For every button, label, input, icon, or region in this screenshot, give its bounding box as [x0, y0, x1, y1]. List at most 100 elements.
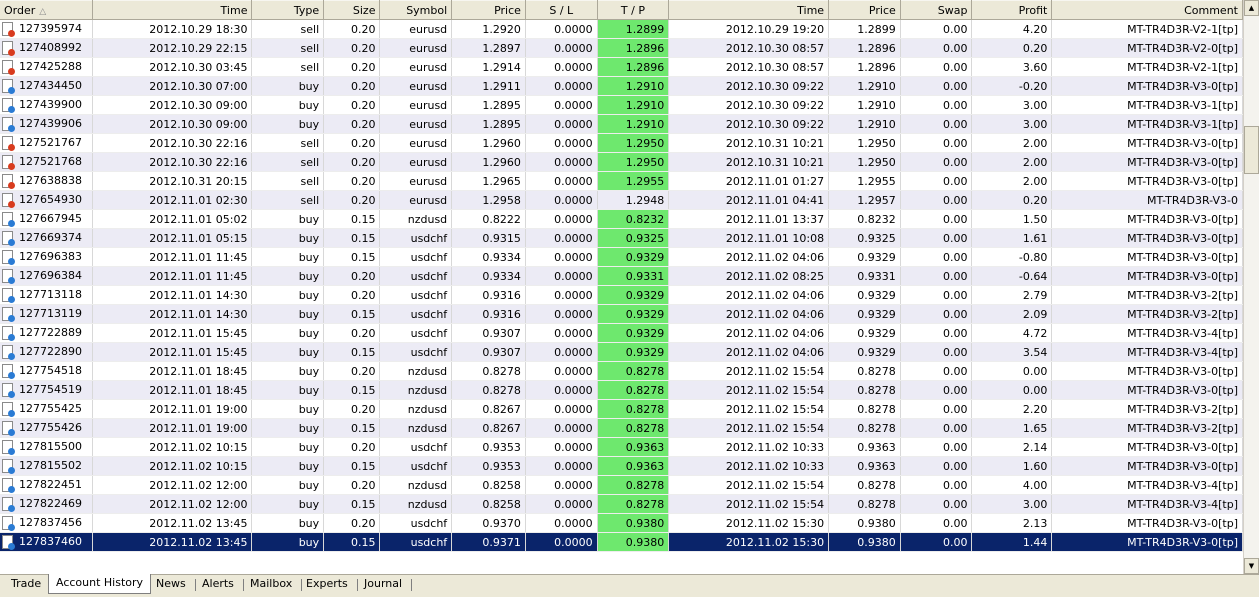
table-row[interactable]: 127521767 2012.10.30 22:16 sell 0.20 eurusd 1… — [0, 133, 1243, 153]
column-header-type[interactable]: Type — [251, 0, 325, 20]
tab-news[interactable]: News — [149, 575, 193, 593]
cell-type: buy — [251, 266, 325, 286]
column-header-swap[interactable]: Swap — [900, 0, 973, 20]
table-row[interactable]: 127696383 2012.11.01 11:45 buy 0.15 usdchf 0.… — [0, 247, 1243, 267]
cell-order: 127654930 — [0, 190, 93, 210]
cell-price: 0.8222 — [451, 209, 526, 229]
tab-journal[interactable]: Journal — [357, 575, 409, 593]
cell-order: 127667945 — [0, 209, 93, 229]
table-row[interactable]: 127654930 2012.11.01 02:30 sell 0.20 eurusd 1… — [0, 190, 1243, 210]
tab-trade[interactable]: Trade — [4, 575, 48, 593]
column-header-size[interactable]: Size — [323, 0, 381, 20]
cell-close-time: 2012.10.30 09:22 — [668, 95, 830, 115]
cell-symbol: nzdusd — [379, 361, 453, 381]
order-number: 127439900 — [19, 98, 82, 111]
cell-price: 1.2911 — [451, 76, 526, 96]
column-header-close-time[interactable]: Time — [668, 0, 830, 20]
table-row[interactable]: 127722890 2012.11.01 15:45 buy 0.15 usdchf 0.… — [0, 342, 1243, 362]
order-number: 127696383 — [19, 250, 82, 263]
tab-account-history[interactable]: Account History — [48, 574, 152, 594]
cell-swap: 0.00 — [900, 38, 973, 58]
cell-close-time: 2012.11.02 15:54 — [668, 361, 830, 381]
order-buy-icon — [2, 459, 15, 474]
cell-time: 2012.10.30 07:00 — [92, 76, 253, 96]
column-header-order[interactable]: Order △ — [0, 0, 93, 20]
table-row[interactable]: 127425288 2012.10.30 03:45 sell 0.20 eurusd 1… — [0, 57, 1243, 77]
table-row[interactable]: 127439906 2012.10.30 09:00 buy 0.20 eurusd 1.… — [0, 114, 1243, 134]
table-row[interactable]: 127815502 2012.11.02 10:15 buy 0.15 usdchf 0.… — [0, 456, 1243, 476]
table-row[interactable]: 127638838 2012.10.31 20:15 sell 0.20 eurusd 1… — [0, 171, 1243, 191]
cell-swap: 0.00 — [900, 532, 973, 552]
cell-tp: 0.8278 — [597, 361, 670, 381]
cell-swap: 0.00 — [900, 456, 973, 476]
order-buy-icon — [2, 421, 15, 436]
table-row[interactable]: 127837460 2012.11.02 13:45 buy 0.15 usdchf 0.… — [0, 532, 1243, 552]
cell-close-price: 0.8278 — [828, 361, 901, 381]
column-header-comment[interactable]: Comment — [1051, 0, 1243, 20]
cell-time: 2012.11.01 11:45 — [92, 247, 253, 267]
cell-tp: 0.9329 — [597, 247, 670, 267]
vertical-scrollbar[interactable]: ▲ ▼ — [1243, 0, 1259, 574]
cell-size: 0.15 — [323, 342, 381, 362]
cell-profit: 3.60 — [971, 57, 1053, 77]
cell-time: 2012.10.31 20:15 — [92, 171, 253, 191]
tab-experts[interactable]: Experts — [299, 575, 355, 593]
cell-sl: 0.0000 — [525, 19, 598, 39]
cell-symbol: eurusd — [379, 190, 453, 210]
column-header-price[interactable]: Price — [451, 0, 526, 20]
cell-time: 2012.10.30 09:00 — [92, 114, 253, 134]
cell-price: 0.8278 — [451, 380, 526, 400]
cell-close-time: 2012.11.02 04:06 — [668, 247, 830, 267]
table-row[interactable]: 127408992 2012.10.29 22:15 sell 0.20 eurusd 1… — [0, 38, 1243, 58]
column-header-label: Symbol — [406, 3, 448, 17]
cell-comment: MT-TR4D3R-V2-1[tp] — [1051, 57, 1243, 77]
cell-time: 2012.11.02 13:45 — [92, 513, 253, 533]
table-row[interactable]: 127713119 2012.11.01 14:30 buy 0.15 usdchf 0.… — [0, 304, 1243, 324]
column-header-profit[interactable]: Profit — [971, 0, 1053, 20]
column-header-time[interactable]: Time — [92, 0, 253, 20]
table-row[interactable]: 127439900 2012.10.30 09:00 buy 0.20 eurusd 1.… — [0, 95, 1243, 115]
cell-type: buy — [251, 418, 325, 438]
table-row[interactable]: 127521768 2012.10.30 22:16 sell 0.20 eurusd 1… — [0, 152, 1243, 172]
table-row[interactable]: 127822451 2012.11.02 12:00 buy 0.20 nzdusd 0.… — [0, 475, 1243, 495]
column-header-symbol[interactable]: Symbol — [379, 0, 453, 20]
scroll-down-button[interactable]: ▼ — [1244, 558, 1259, 574]
column-header-label: Size — [352, 3, 376, 17]
table-row[interactable]: 127755425 2012.11.01 19:00 buy 0.20 nzdusd 0.… — [0, 399, 1243, 419]
column-header-close-price[interactable]: Price — [828, 0, 901, 20]
column-header-tp[interactable]: T / P — [597, 0, 670, 20]
table-row[interactable]: 127434450 2012.10.30 07:00 buy 0.20 eurusd 1.… — [0, 76, 1243, 96]
cell-time: 2012.11.02 10:15 — [92, 437, 253, 457]
table-row[interactable]: 127754519 2012.11.01 18:45 buy 0.15 nzdusd 0.… — [0, 380, 1243, 400]
cell-type: buy — [251, 494, 325, 514]
table-row[interactable]: 127713118 2012.11.01 14:30 buy 0.20 usdchf 0.… — [0, 285, 1243, 305]
scroll-thumb[interactable] — [1244, 126, 1259, 174]
table-row[interactable]: 127696384 2012.11.01 11:45 buy 0.20 usdchf 0.… — [0, 266, 1243, 286]
scroll-up-button[interactable]: ▲ — [1244, 0, 1259, 16]
table-row[interactable]: 127754518 2012.11.01 18:45 buy 0.20 nzdusd 0.… — [0, 361, 1243, 381]
cell-symbol: eurusd — [379, 57, 453, 77]
cell-close-time: 2012.10.30 09:22 — [668, 114, 830, 134]
column-header-sl[interactable]: S / L — [525, 0, 598, 20]
cell-type: buy — [251, 285, 325, 305]
cell-sl: 0.0000 — [525, 418, 598, 438]
table-row[interactable]: 127837456 2012.11.02 13:45 buy 0.20 usdchf 0.… — [0, 513, 1243, 533]
table-row[interactable]: 127395974 2012.10.29 18:30 sell 0.20 eurusd 1… — [0, 19, 1243, 39]
cell-size: 0.15 — [323, 380, 381, 400]
order-number: 127822469 — [19, 497, 82, 510]
order-sell-icon — [2, 193, 15, 208]
order-buy-icon — [2, 250, 15, 265]
table-row[interactable]: 127667945 2012.11.01 05:02 buy 0.15 nzdusd 0.… — [0, 209, 1243, 229]
table-row[interactable]: 127815500 2012.11.02 10:15 buy 0.20 usdchf 0.… — [0, 437, 1243, 457]
cell-size: 0.15 — [323, 304, 381, 324]
table-row[interactable]: 127755426 2012.11.01 19:00 buy 0.15 nzdusd 0.… — [0, 418, 1243, 438]
cell-size: 0.15 — [323, 247, 381, 267]
table-row[interactable]: 127669374 2012.11.01 05:15 buy 0.15 usdchf 0.… — [0, 228, 1243, 248]
tab-alerts[interactable]: Alerts — [195, 575, 241, 593]
table-row[interactable]: 127822469 2012.11.02 12:00 buy 0.15 nzdusd 0.… — [0, 494, 1243, 514]
cell-comment: MT-TR4D3R-V3-4[tp] — [1051, 323, 1243, 343]
tab-mailbox[interactable]: Mailbox — [243, 575, 299, 593]
table-row[interactable]: 127722889 2012.11.01 15:45 buy 0.20 usdchf 0.… — [0, 323, 1243, 343]
cell-swap: 0.00 — [900, 57, 973, 77]
order-number: 127822451 — [19, 478, 82, 491]
